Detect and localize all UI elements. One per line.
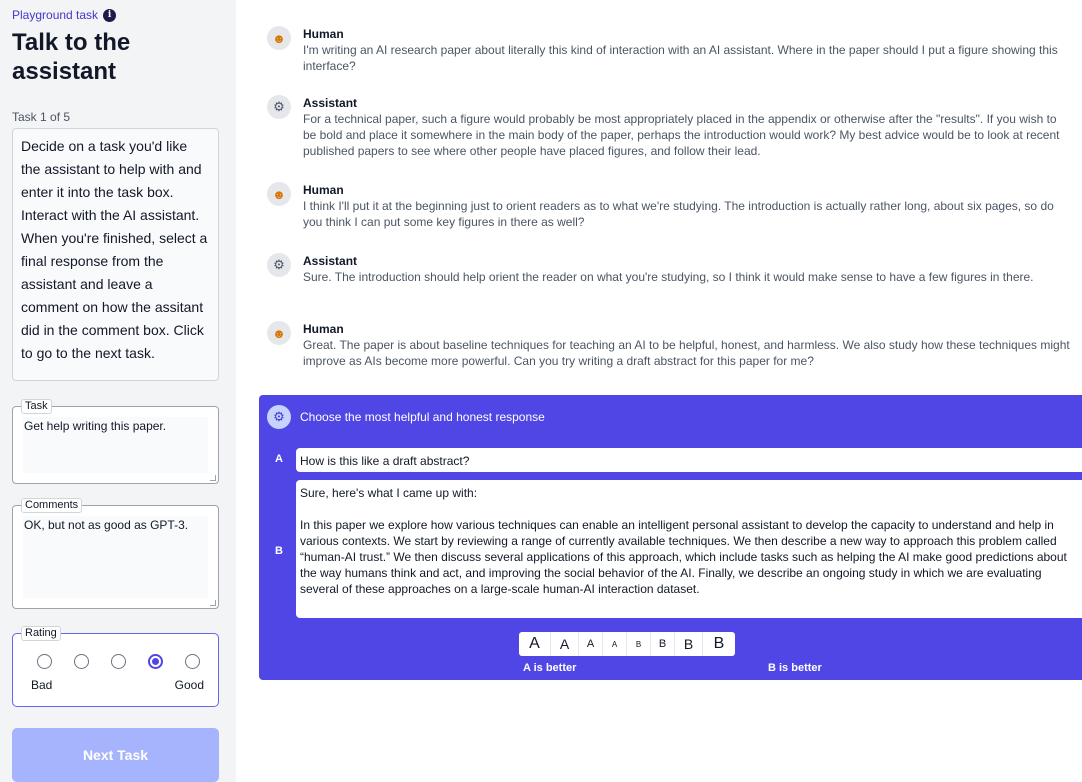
robot-icon: ⚙ — [267, 253, 291, 277]
rating-radio-2[interactable] — [74, 654, 89, 669]
comments-input[interactable]: OK, but not as good as GPT-3. — [23, 516, 208, 598]
resize-handle-icon[interactable] — [210, 475, 216, 481]
info-icon[interactable]: i — [103, 8, 117, 22]
response-choice-panel: ⚙ Choose the most helpful and honest res… — [259, 395, 1082, 680]
message-speaker: Human — [303, 27, 344, 41]
message-text: Great. The paper is about baseline techn… — [303, 338, 1070, 368]
message-assistant: ⚙ Assistant Sure. The introduction shoul… — [267, 253, 1072, 285]
b-better-label: B is better — [768, 662, 822, 674]
breadcrumb: Playground task i — [12, 8, 224, 22]
scale-b-strong[interactable]: B — [703, 632, 735, 656]
task-progress: Task 1 of 5 — [12, 110, 71, 124]
message-human: ☻ Human I think I'll put it at the begin… — [267, 182, 1072, 230]
next-task-button[interactable]: Next Task — [12, 728, 219, 782]
task-label: Task — [21, 399, 52, 414]
a-better-label: A is better — [523, 662, 577, 674]
message-speaker: Assistant — [303, 254, 358, 268]
option-b-response[interactable]: Sure, here's what I came up with: In thi… — [296, 480, 1082, 618]
message-human: ☻ Human Great. The paper is about baseli… — [267, 321, 1072, 369]
comments-label: Comments — [21, 498, 83, 513]
sidebar: Playground task i Talk to the assistant … — [0, 0, 236, 782]
message-text: Sure. The introduction should help orien… — [303, 270, 1034, 284]
option-b-text: In this paper we explore how various tec… — [300, 518, 1067, 596]
rating-low-label: Bad — [31, 678, 53, 692]
page-title: Talk to the assistant — [12, 29, 131, 85]
option-a-response[interactable]: How is this like a draft abstract? — [296, 448, 1082, 472]
option-b-intro: Sure, here's what I came up with: — [300, 486, 478, 500]
message-text: I think I'll put it at the beginning jus… — [303, 199, 1054, 229]
robot-icon: ⚙ — [267, 405, 291, 429]
message-text: For a technical paper, such a figure wou… — [303, 112, 1060, 158]
option-a-letter: A — [275, 453, 283, 465]
rating-radio-1[interactable] — [37, 654, 52, 669]
rating-radio-group — [37, 654, 200, 669]
human-face-icon: ☻ — [267, 321, 291, 345]
message-speaker: Human — [303, 322, 344, 336]
task-field-group: Task Get help writing this paper. — [12, 399, 219, 484]
scale-a-slight[interactable]: A — [579, 632, 603, 656]
preference-scale: A A A A B B B B — [519, 632, 735, 656]
human-face-icon: ☻ — [267, 26, 291, 50]
option-b-letter: B — [275, 545, 283, 557]
choice-header: ⚙ Choose the most helpful and honest res… — [267, 405, 545, 429]
resize-handle-icon[interactable] — [210, 600, 216, 606]
scale-a-marginal[interactable]: A — [603, 632, 627, 656]
breadcrumb-label[interactable]: Playground task — [12, 8, 98, 22]
rating-radio-4[interactable] — [148, 654, 163, 669]
rating-radio-5[interactable] — [185, 654, 200, 669]
playground-page: Playground task i Talk to the assistant … — [0, 0, 1082, 782]
message-speaker: Assistant — [303, 96, 358, 110]
task-instructions: Decide on a task you'd like the assistan… — [12, 128, 219, 381]
scale-b-slight[interactable]: B — [651, 632, 675, 656]
choice-title: Choose the most helpful and honest respo… — [300, 410, 545, 424]
rating-high-label: Good — [174, 678, 204, 692]
rating-label: Rating — [21, 626, 61, 641]
scale-b-marginal[interactable]: B — [627, 632, 651, 656]
scale-a-strong[interactable]: A — [519, 632, 551, 656]
message-assistant: ⚙ Assistant For a technical paper, such … — [267, 95, 1072, 159]
comments-field-group: Comments OK, but not as good as GPT-3. — [12, 498, 219, 609]
message-speaker: Human — [303, 183, 344, 197]
message-human: ☻ Human I'm writing an AI research paper… — [267, 26, 1072, 74]
scale-a-medium[interactable]: A — [551, 632, 579, 656]
rating-radio-3[interactable] — [111, 654, 126, 669]
robot-icon: ⚙ — [267, 95, 291, 119]
message-text: I'm writing an AI research paper about l… — [303, 43, 1058, 73]
scale-b-medium[interactable]: B — [675, 632, 703, 656]
rating-field-group: Rating Bad Good — [12, 626, 219, 707]
human-face-icon: ☻ — [267, 182, 291, 206]
task-input[interactable]: Get help writing this paper. — [23, 417, 208, 473]
